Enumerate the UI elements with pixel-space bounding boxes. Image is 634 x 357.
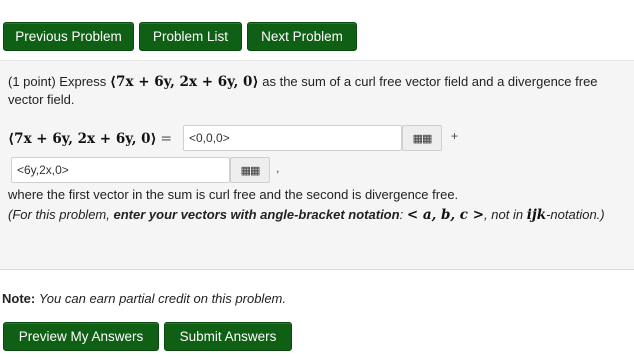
points-text: (1 point) Express bbox=[8, 74, 107, 89]
vector-expression-lhs: ⟨7x + 6y, 2x + 6y, 0⟩ bbox=[8, 131, 157, 147]
problem-list-button[interactable]: Problem List bbox=[139, 22, 242, 51]
equals-sign: = bbox=[160, 131, 173, 147]
note-text: You can earn partial credit on this prob… bbox=[38, 291, 286, 306]
divergence-free-answer-field[interactable] bbox=[11, 157, 230, 183]
previous-problem-button[interactable]: Previous Problem bbox=[3, 22, 134, 51]
note-label: Note: bbox=[2, 291, 36, 306]
instructions: (For this problem, enter your vectors wi… bbox=[8, 206, 608, 224]
angle-bracket-example: < a, b, c > bbox=[406, 207, 485, 223]
equation-line: ⟨7x + 6y, 2x + 6y, 0⟩ = bbox=[8, 128, 172, 150]
plus-sign: + bbox=[451, 129, 459, 143]
problem-panel: (1 point) Express ⟨7x + 6y, 2x + 6y, 0⟩ … bbox=[0, 60, 634, 270]
grid-icon: ▦▦ bbox=[412, 132, 433, 145]
instr-bold: enter your vectors with angle-bracket no… bbox=[113, 207, 400, 222]
grid-icon: ▦▦ bbox=[240, 164, 261, 177]
vector-expression: ⟨7x + 6y, 2x + 6y, 0⟩ bbox=[109, 74, 259, 90]
where-text: where the first vector in the sum is cur… bbox=[8, 187, 459, 202]
partial-credit-note: Note: You can earn partial credit on thi… bbox=[2, 290, 286, 308]
instr-end: -notation.) bbox=[546, 207, 605, 222]
matrix-entry-button[interactable]: ▦▦ bbox=[402, 125, 442, 151]
next-problem-button[interactable]: Next Problem bbox=[247, 22, 357, 51]
submit-answers-button[interactable]: Submit Answers bbox=[164, 322, 292, 351]
ijk-notation: ijk bbox=[526, 207, 547, 223]
instr-colon: : bbox=[399, 207, 404, 222]
matrix-entry-button-2[interactable]: ▦▦ bbox=[230, 157, 270, 183]
preview-answers-button[interactable]: Preview My Answers bbox=[3, 322, 159, 351]
instr-mid: , not in bbox=[484, 207, 524, 222]
curl-free-answer-field[interactable] bbox=[183, 125, 402, 151]
problem-statement: (1 point) Express ⟨7x + 6y, 2x + 6y, 0⟩ … bbox=[8, 73, 632, 109]
instr-pre: (For this problem, bbox=[8, 207, 110, 222]
comma: , bbox=[276, 161, 280, 175]
